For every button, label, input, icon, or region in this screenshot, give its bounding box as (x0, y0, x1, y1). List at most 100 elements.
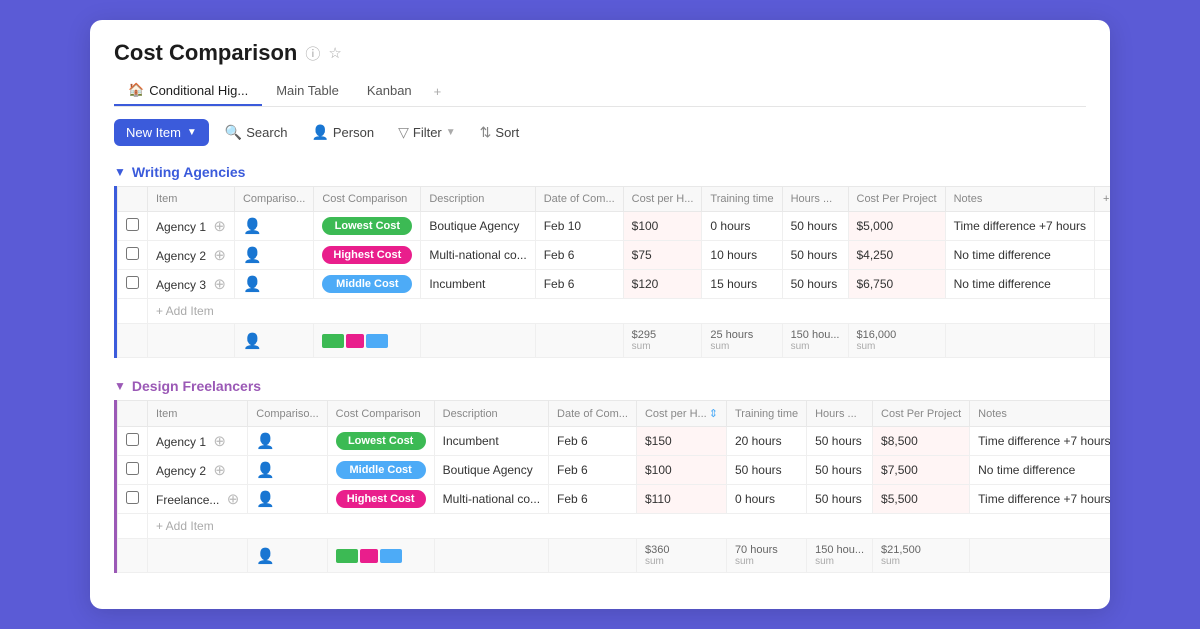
cell-hours: 50 hours (782, 241, 848, 270)
col-cost-project: Cost Per Project (848, 187, 945, 212)
col-cost-comparison: Cost Comparison (327, 401, 434, 427)
cell-minibars (314, 324, 421, 358)
toolbar: New Item ▼ 🔍 Search 👤 Person ▽ Filter ▼ … (114, 119, 1086, 146)
add-item-label[interactable]: + Add Item (148, 514, 1111, 539)
search-icon: 🔍 (225, 124, 242, 141)
chevron-down-icon: ▼ (187, 127, 197, 138)
tab-add[interactable]: + (426, 78, 450, 105)
add-item-row-design[interactable]: + Add Item (118, 514, 1111, 539)
cell-hours: 50 hours (807, 427, 873, 456)
add-person-icon[interactable]: ⊕ (213, 247, 226, 264)
cell-empty (118, 514, 148, 539)
row-checkbox[interactable] (118, 427, 148, 456)
cell-cost-comparison: Lowest Cost (314, 212, 421, 241)
cell-cost-comparison: Middle Cost (327, 456, 434, 485)
add-item-label[interactable]: + Add Item (148, 299, 1111, 324)
col-add[interactable]: + (1095, 187, 1111, 212)
cell-date: Feb 6 (549, 485, 637, 514)
add-person-icon[interactable]: ⊕ (213, 218, 226, 235)
cell-person-sum: 👤 (248, 539, 327, 573)
col-cost-h: Cost per H... (623, 187, 702, 212)
tab-conditional[interactable]: 🏠 Conditional Hig... (114, 76, 262, 106)
cell-minibars (327, 539, 434, 573)
cell-notes: Time difference +7 hours (945, 212, 1094, 241)
cell-empty (549, 539, 637, 573)
col-description: Description (434, 401, 548, 427)
cell-comparison: 👤 (234, 241, 313, 270)
cell-date: Feb 10 (535, 212, 623, 241)
cell-cost-h: $120 (623, 270, 702, 299)
col-comparison: Compariso... (234, 187, 313, 212)
col-item: Item (148, 401, 248, 427)
group-writing-chevron[interactable]: ▼ (114, 165, 126, 179)
cell-cost-h: $100 (636, 456, 726, 485)
row-checkbox[interactable] (118, 485, 148, 514)
person-avatar: 👤 (256, 491, 275, 508)
cell-sum-cost-project: $16,000 sum (848, 324, 945, 358)
row-checkbox[interactable] (118, 212, 148, 241)
group-design-header: ▼ Design Freelancers (114, 378, 1086, 394)
cell-cost-comparison: Highest Cost (327, 485, 434, 514)
cell-item: Agency 1 ⊕ (148, 212, 235, 241)
cell-cost-comparison: Highest Cost (314, 241, 421, 270)
cell-sum-cost-h: $295 sum (623, 324, 702, 358)
col-date: Date of Com... (535, 187, 623, 212)
cell-empty (434, 539, 548, 573)
bar-pink (360, 549, 378, 563)
row-checkbox[interactable] (118, 270, 148, 299)
star-icon[interactable]: ☆ (328, 44, 341, 62)
cell-item: Agency 3 ⊕ (148, 270, 235, 299)
tab-main-table[interactable]: Main Table (262, 77, 353, 106)
table-row: Agency 2 ⊕ 👤 Middle Cost Boutique Agency… (118, 456, 1111, 485)
cell-description: Incumbent (421, 270, 535, 299)
cell-sum-cost-project: $21,500 sum (873, 539, 970, 573)
cell-sum-training: 25 hours sum (702, 324, 782, 358)
cell-notes: Time difference +7 hours (970, 427, 1110, 456)
col-training: Training time (726, 401, 806, 427)
cell-cost-project: $4,250 (848, 241, 945, 270)
design-table-wrapper: Item Compariso... Cost Comparison Descri… (114, 400, 1086, 573)
col-check (118, 187, 148, 212)
add-item-row-writing[interactable]: + Add Item (118, 299, 1111, 324)
person-button[interactable]: 👤 Person (303, 119, 382, 146)
title-row: Cost Comparison ⓘ ☆ (114, 40, 1086, 66)
add-person-icon[interactable]: ⊕ (213, 462, 226, 479)
cell-date: Feb 6 (535, 270, 623, 299)
cell-comparison: 👤 (248, 485, 327, 514)
table-row: Agency 3 ⊕ 👤 Middle Cost Incumbent Feb 6… (118, 270, 1111, 299)
cell-description: Multi-national co... (434, 485, 548, 514)
cell-cost-h: $100 (623, 212, 702, 241)
sort-icon: ⇅ (480, 124, 492, 141)
person-icon: 👤 (311, 124, 328, 141)
group-design-chevron[interactable]: ▼ (114, 379, 126, 393)
person-avatar: 👤 (243, 333, 262, 350)
cell-sum-hours: 150 hou... sum (807, 539, 873, 573)
add-person-icon[interactable]: ⊕ (213, 433, 226, 450)
cell-comparison: 👤 (234, 212, 313, 241)
page-title: Cost Comparison (114, 40, 297, 66)
summary-bars (336, 549, 426, 563)
cell-empty (421, 324, 535, 358)
tab-kanban[interactable]: Kanban (353, 77, 426, 106)
cell-item: Agency 2 ⊕ (148, 241, 235, 270)
filter-button[interactable]: ▽ Filter ▼ (390, 119, 464, 146)
new-item-button[interactable]: New Item ▼ (114, 119, 209, 146)
cell-cost-h: $150 (636, 427, 726, 456)
info-icon[interactable]: ⓘ (305, 43, 320, 64)
add-person-icon[interactable]: ⊕ (227, 491, 240, 508)
cell-hours: 50 hours (807, 485, 873, 514)
design-table: Item Compariso... Cost Comparison Descri… (117, 400, 1110, 573)
cell-empty (1095, 270, 1111, 299)
sort-button[interactable]: ⇅ Sort (472, 119, 528, 146)
table-row: Agency 1 ⊕ 👤 Lowest Cost Incumbent Feb 6… (118, 427, 1111, 456)
person-avatar: 👤 (243, 247, 262, 264)
add-person-icon[interactable]: ⊕ (213, 276, 226, 293)
cell-cost-h: $110 (636, 485, 726, 514)
row-checkbox[interactable] (118, 241, 148, 270)
row-checkbox[interactable] (118, 456, 148, 485)
filter-icon: ▽ (398, 124, 409, 141)
search-button[interactable]: 🔍 Search (217, 119, 296, 146)
cell-notes: No time difference (945, 241, 1094, 270)
cell-date: Feb 6 (535, 241, 623, 270)
cell-training: 20 hours (726, 427, 806, 456)
